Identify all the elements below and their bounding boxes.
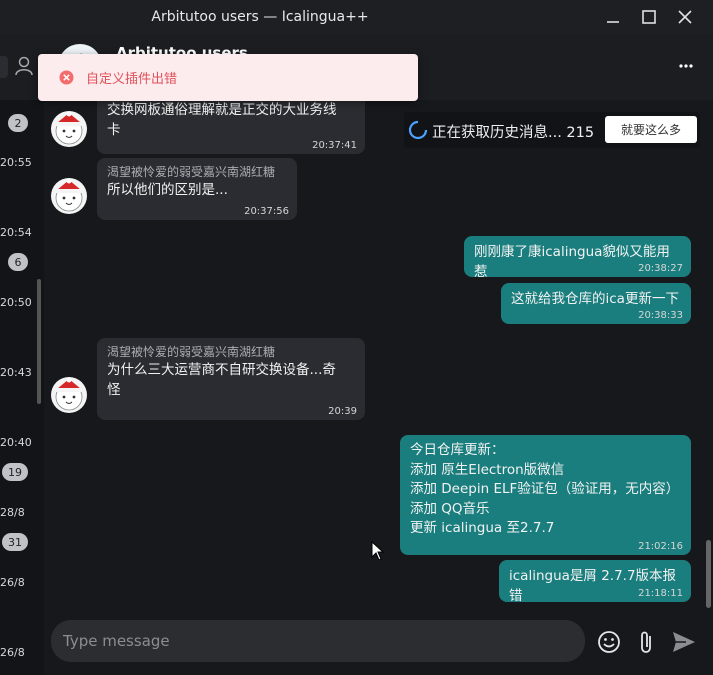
message-text: icalingua是屑 2.7.7版本报错 [509, 568, 677, 604]
chat-time: 20:55 [0, 156, 32, 169]
chat-time: 20:54 [0, 226, 32, 239]
message-text: 刚刚康了康icalingua貌似又能用惹 [474, 244, 670, 280]
chat-time: 28/8 [0, 506, 25, 519]
unread-badge: 31 [2, 533, 28, 551]
message-bubble[interactable]: 渴望被怜爱的弱受嘉兴南湖红糖 为什么三大运营商不自研交换设备...奇 怪 20:… [97, 338, 365, 420]
avatar[interactable] [51, 111, 87, 147]
sidebar-search-edge[interactable] [0, 56, 8, 78]
sidebar-scrollbar[interactable] [37, 279, 41, 404]
close-icon [678, 10, 692, 24]
message-bubble[interactable]: 交换网板通俗理解就是正交的大业务线 卡 20:37:41 [97, 100, 365, 154]
sender-name: 渴望被怜爱的弱受嘉兴南湖红糖 [107, 165, 276, 179]
chat-time: 20:50 [0, 296, 32, 309]
error-icon [59, 70, 74, 85]
loading-spinner-icon [408, 120, 428, 140]
message-bubble-outgoing[interactable]: icalingua是屑 2.7.7版本报错 21:18:11 [499, 560, 691, 604]
message-text: 今日仓库更新： 添加 原生Electron版微信 添加 Deepin ELF验证… [410, 442, 680, 536]
maximize-button[interactable] [631, 0, 667, 34]
avatar[interactable] [51, 377, 87, 413]
message-input-placeholder: Type message [63, 632, 170, 650]
emoji-icon [598, 631, 620, 653]
minimize-button[interactable] [595, 0, 631, 34]
cat-avatar-icon [55, 178, 83, 212]
unread-badge: 2 [8, 114, 28, 132]
minimize-icon [607, 21, 619, 23]
message-time: 20:38:33 [638, 310, 683, 321]
avatar[interactable] [51, 178, 87, 214]
stop-loading-button[interactable]: 就要这么多 [605, 116, 697, 143]
more-options-button[interactable] [676, 56, 696, 76]
chat-time: 20:43 [0, 366, 32, 379]
more-icon [679, 64, 693, 68]
chat-time: 20:40 [0, 436, 32, 449]
message-bubble-outgoing[interactable]: 今日仓库更新： 添加 原生Electron版微信 添加 Deepin ELF验证… [400, 435, 691, 555]
chat-list-sidebar: 2 20:55 20:54 6 20:50 20:43 20:40 19 28/… [0, 34, 44, 675]
message-bubble-outgoing[interactable]: 这就给我仓库的ica更新一下 20:38:33 [501, 283, 691, 324]
message-time: 20:38:27 [638, 263, 683, 274]
message-bubble[interactable]: 渴望被怜爱的弱受嘉兴南湖红糖 所以他们的区别是... 20:37:56 [97, 158, 297, 220]
toast-message: 自定义插件出错 [86, 72, 178, 87]
message-text: 为什么三大运营商不自研交换设备...奇 怪 [107, 362, 336, 398]
message-time: 21:18:11 [638, 588, 683, 599]
chat-time: 26/8 [0, 646, 25, 659]
paperclip-icon [641, 631, 651, 653]
cat-avatar-icon [55, 111, 83, 145]
loading-text: 正在获取历史消息... 215 [432, 125, 595, 141]
message-text: 所以他们的区别是... [107, 182, 228, 198]
message-time: 20:37:41 [312, 140, 357, 151]
send-button[interactable] [672, 631, 696, 657]
message-time: 20:37:56 [244, 206, 289, 217]
maximize-icon [642, 10, 656, 24]
composer: Type message [44, 610, 713, 675]
close-button[interactable] [667, 0, 703, 34]
message-bubble-outgoing[interactable]: 刚刚康了康icalingua貌似又能用惹 20:38:27 [464, 236, 691, 280]
message-list: 交换网板通俗理解就是正交的大业务线 卡 20:37:41 渴望被怜爱的弱受嘉兴南… [44, 100, 713, 610]
chat-time: 26/8 [0, 576, 25, 589]
message-scrollbar[interactable] [706, 540, 711, 608]
window-titlebar: Arbitutoo users — Icalingua++ [0, 0, 713, 34]
message-text: 交换网板通俗理解就是正交的大业务线 卡 [107, 102, 337, 138]
attach-button[interactable] [636, 629, 656, 659]
message-input[interactable]: Type message [51, 620, 585, 662]
send-icon [673, 632, 695, 652]
window-title: Arbitutoo users — Icalingua++ [151, 9, 369, 25]
message-time: 21:02:16 [638, 541, 683, 552]
message-time: 20:39 [328, 406, 357, 417]
sender-name: 渴望被怜爱的弱受嘉兴南湖红糖 [107, 345, 276, 359]
unread-badge: 6 [8, 253, 28, 271]
contacts-icon[interactable] [15, 56, 33, 76]
emoji-button[interactable] [597, 630, 621, 658]
unread-badge: 19 [2, 463, 28, 481]
message-text: 这就给我仓库的ica更新一下 [511, 291, 679, 307]
history-loading-banner: 正在获取历史消息... 215 就要这么多 [404, 112, 700, 148]
mouse-cursor-icon [371, 541, 385, 561]
cat-avatar-icon [55, 377, 83, 411]
error-toast: 自定义插件出错 [38, 54, 418, 101]
